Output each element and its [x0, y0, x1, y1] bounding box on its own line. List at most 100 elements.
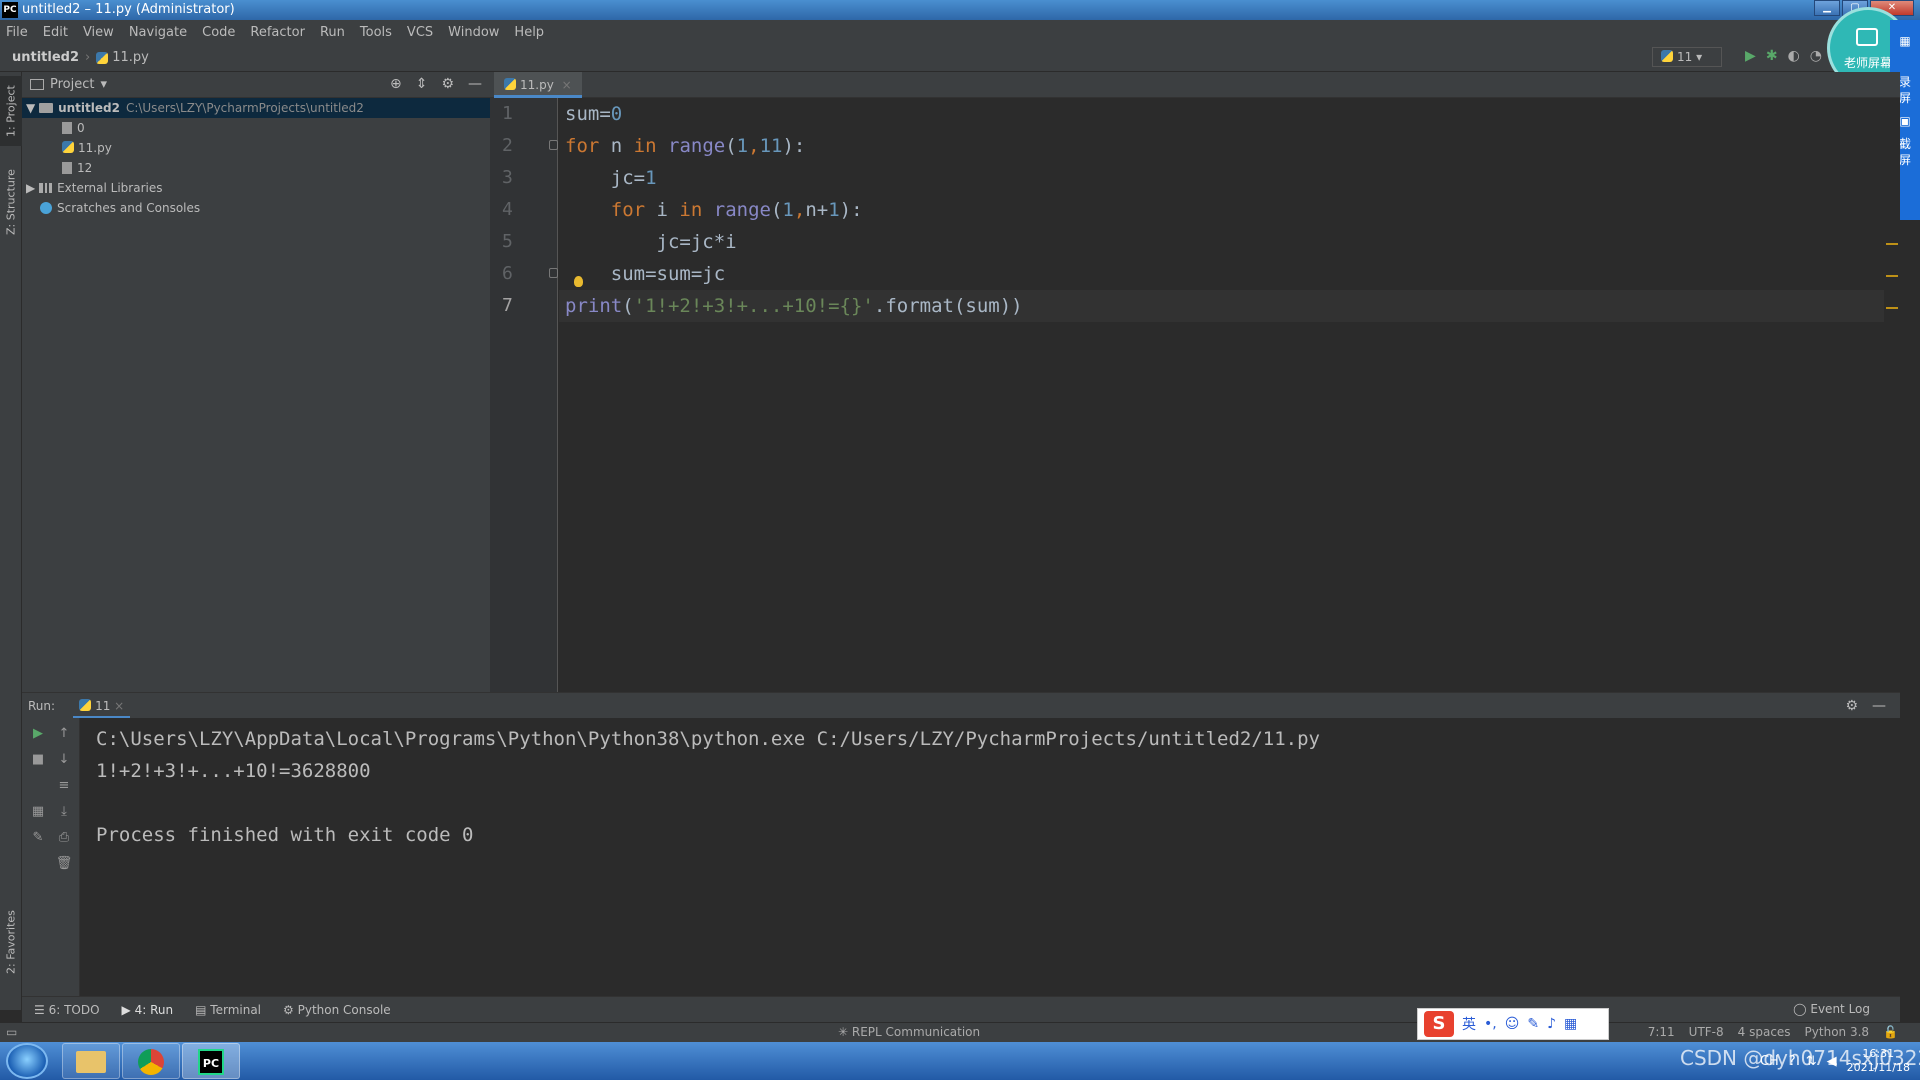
- pen-icon[interactable]: ✎: [1527, 1016, 1539, 1032]
- menu-view[interactable]: View: [83, 25, 114, 40]
- arrow-down-icon[interactable]: ↓: [54, 752, 74, 767]
- menu-bar: File Edit View Navigate Code Refactor Ru…: [0, 20, 1920, 44]
- breadcrumb-project[interactable]: untitled2: [12, 50, 79, 65]
- screenshot-button[interactable]: 截屏: [1898, 136, 1912, 168]
- run-tab[interactable]: 11 ×: [73, 693, 131, 719]
- hide-icon[interactable]: —: [468, 76, 482, 92]
- indent-setting[interactable]: 4 spaces: [1738, 1025, 1791, 1039]
- expand-arrow-icon[interactable]: ▶: [26, 181, 35, 195]
- menu-navigate[interactable]: Navigate: [129, 25, 187, 40]
- profile-icon[interactable]: ◔: [1810, 48, 1822, 64]
- locate-icon[interactable]: ⊕: [390, 76, 402, 92]
- tab-terminal[interactable]: ▤ Terminal: [195, 1003, 261, 1017]
- scroll-to-end-icon[interactable]: ⤓: [54, 804, 74, 819]
- tray-language[interactable]: CH: [1760, 1054, 1779, 1069]
- tab-project[interactable]: 1: Project: [0, 76, 22, 146]
- stop-icon[interactable]: ■: [28, 752, 48, 767]
- trash-icon[interactable]: 🗑: [54, 856, 74, 871]
- run-config-select[interactable]: 11 ▾: [1652, 47, 1722, 67]
- rerun-icon[interactable]: ▶: [28, 726, 48, 741]
- run-console-output[interactable]: C:\Users\LZY\AppData\Local\Programs\Pyth…: [80, 718, 1900, 996]
- menu-run[interactable]: Run: [320, 25, 345, 40]
- ime-mode-button[interactable]: 英: [1462, 1014, 1476, 1034]
- tree-file[interactable]: 0: [22, 118, 490, 138]
- fold-marker-icon[interactable]: [549, 140, 558, 150]
- file-encoding[interactable]: UTF-8: [1689, 1025, 1724, 1039]
- tree-file[interactable]: 11.py: [22, 138, 490, 158]
- print-icon[interactable]: ⎙: [54, 830, 74, 845]
- mic-icon[interactable]: ♪: [1547, 1016, 1556, 1032]
- close-icon[interactable]: ×: [562, 78, 572, 92]
- code-line: jc=jc*i: [565, 231, 737, 253]
- chevron-down-icon[interactable]: ▾: [100, 77, 107, 92]
- soft-wrap-icon[interactable]: ≡: [54, 778, 74, 793]
- clock[interactable]: 16:31 2021/11/18: [1847, 1047, 1910, 1075]
- caret-position[interactable]: 7:11: [1648, 1025, 1675, 1039]
- tab-run[interactable]: ▶ 4: Run: [122, 1003, 174, 1017]
- warning-marker[interactable]: [1886, 307, 1898, 309]
- gear-icon[interactable]: ⚙: [1845, 698, 1858, 714]
- lightbulb-icon[interactable]: [574, 276, 583, 287]
- breadcrumb-file[interactable]: 11.py: [112, 50, 149, 65]
- collapse-all-icon[interactable]: ⇕: [416, 76, 428, 92]
- sogou-logo-icon[interactable]: S: [1424, 1011, 1454, 1037]
- pycharm-taskbar-button[interactable]: PC: [182, 1043, 240, 1079]
- pin-icon[interactable]: ✎: [28, 830, 48, 845]
- menu-help[interactable]: Help: [514, 25, 544, 40]
- folder-icon: [76, 1051, 106, 1073]
- explorer-taskbar-button[interactable]: [62, 1043, 120, 1079]
- run-icon[interactable]: ▶: [1745, 48, 1756, 64]
- status-bar: ▭ ✳ REPL Communication 7:11 UTF-8 4 spac…: [0, 1022, 1920, 1042]
- menu-tools[interactable]: Tools: [360, 25, 392, 40]
- lock-icon[interactable]: 🔓: [1883, 1025, 1898, 1039]
- coverage-icon[interactable]: ◐: [1788, 48, 1800, 64]
- interpreter-setting[interactable]: Python 3.8: [1805, 1025, 1870, 1039]
- fold-marker-icon[interactable]: [549, 268, 558, 278]
- gear-icon[interactable]: ⚙: [441, 76, 454, 92]
- tab-favorites[interactable]: 2: Favorites: [0, 902, 22, 982]
- network-icon[interactable]: ⇅: [1806, 1054, 1817, 1069]
- grid-icon[interactable]: ▦: [1564, 1016, 1577, 1032]
- event-log-button[interactable]: ◯ Event Log: [1793, 1002, 1870, 1016]
- emoji-icon[interactable]: ☺: [1505, 1016, 1520, 1032]
- menu-edit[interactable]: Edit: [43, 25, 68, 40]
- expand-arrow-icon[interactable]: ▼: [26, 101, 35, 115]
- tree-root[interactable]: ▼ untitled2 C:\Users\LZY\PycharmProjects\…: [22, 98, 490, 118]
- minimize-button[interactable]: ▁: [1814, 0, 1840, 16]
- record-screen-button[interactable]: 录屏: [1898, 74, 1912, 106]
- chrome-taskbar-button[interactable]: [122, 1043, 180, 1079]
- tab-python-console[interactable]: ⚙ Python Console: [283, 1003, 391, 1017]
- menu-code[interactable]: Code: [202, 25, 235, 40]
- line-number: 5: [502, 231, 513, 252]
- punctuation-icon[interactable]: •,: [1484, 1016, 1497, 1032]
- warning-marker[interactable]: [1886, 275, 1898, 277]
- menu-refactor[interactable]: Refactor: [250, 25, 305, 40]
- debug-icon[interactable]: ✱: [1766, 48, 1778, 64]
- bottom-tool-tabs: ☰ 6: TODO ▶ 4: Run ▤ Terminal ⚙ Python C…: [22, 996, 1900, 1022]
- volume-icon[interactable]: ◀: [1827, 1054, 1837, 1069]
- menu-window[interactable]: Window: [448, 25, 499, 40]
- close-icon[interactable]: ×: [114, 699, 124, 713]
- layout-toggle-icon[interactable]: ▭: [6, 1025, 17, 1039]
- tab-11-py[interactable]: 11.py ×: [494, 72, 582, 98]
- start-button[interactable]: [6, 1043, 48, 1079]
- code-line: sum=0: [565, 103, 623, 125]
- arrow-up-icon[interactable]: ↑: [54, 726, 74, 741]
- code-editor[interactable]: sum=0 for n in range(1,11): jc=1 for i i…: [559, 98, 1900, 692]
- project-view-selector[interactable]: Project: [50, 77, 94, 92]
- layout-icon[interactable]: ▦: [28, 804, 48, 819]
- hide-icon[interactable]: —: [1872, 698, 1886, 714]
- terminal-icon: ▤: [195, 1002, 207, 1017]
- warning-marker[interactable]: [1886, 243, 1898, 245]
- tree-scratches[interactable]: Scratches and Consoles: [22, 198, 490, 218]
- tab-todo[interactable]: ☰ 6: TODO: [34, 1003, 100, 1017]
- help-icon[interactable]: ?: [1789, 1054, 1796, 1069]
- menu-file[interactable]: File: [6, 25, 28, 40]
- tab-structure[interactable]: Z: Structure: [0, 162, 22, 242]
- grid-icon[interactable]: ▦: [1890, 34, 1920, 70]
- menu-vcs[interactable]: VCS: [407, 25, 433, 40]
- file-icon: [62, 162, 72, 174]
- spinner-icon: ✳: [838, 1025, 849, 1039]
- tree-external-libraries[interactable]: ▶ External Libraries: [22, 178, 490, 198]
- tree-file[interactable]: 12: [22, 158, 490, 178]
